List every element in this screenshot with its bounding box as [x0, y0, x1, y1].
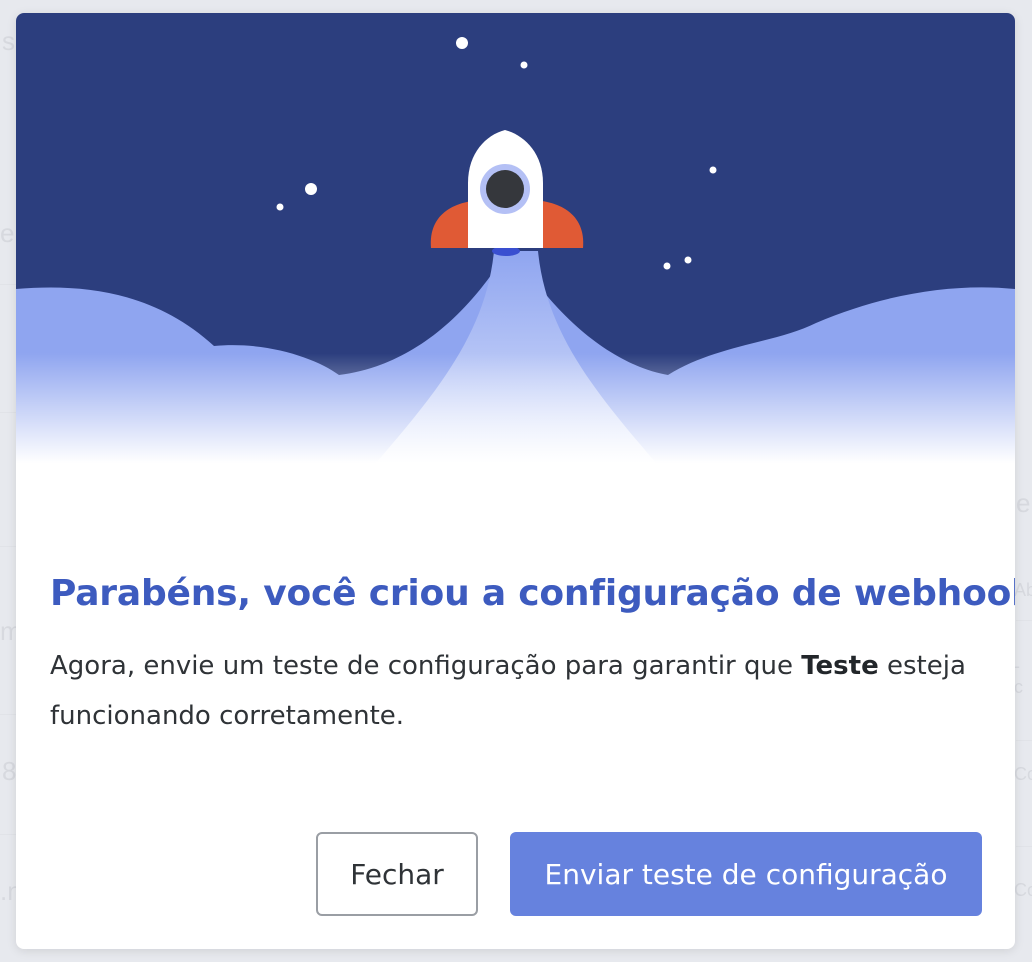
dialog-description: Agora, envie um teste de configuração pa… — [50, 641, 980, 741]
dialog-title: Parabéns, você criou a configuração de w… — [50, 573, 1015, 614]
fade-overlay — [16, 353, 1015, 463]
send-test-button[interactable]: Enviar teste de configuração — [510, 832, 982, 916]
webhook-name: Teste — [801, 651, 879, 681]
description-text: Agora, envie um teste de configuração pa… — [50, 651, 802, 681]
webhook-success-dialog: Parabéns, você criou a configuração de w… — [16, 13, 1015, 949]
rocket-launch-illustration — [16, 13, 1015, 463]
close-button[interactable]: Fechar — [316, 832, 478, 916]
